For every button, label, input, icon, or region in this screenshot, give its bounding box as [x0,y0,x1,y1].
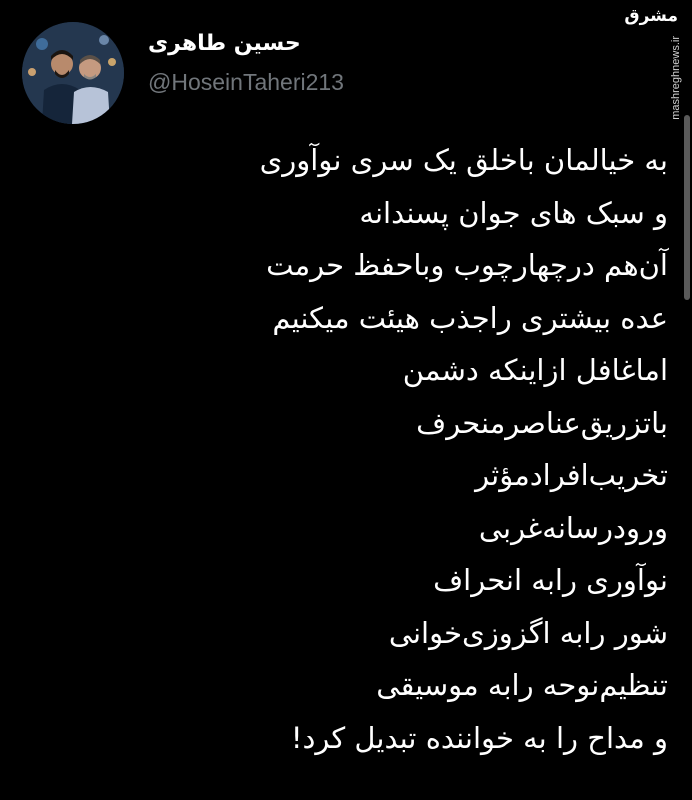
avatar[interactable] [22,22,124,124]
display-name[interactable]: حسین طاهری [148,30,344,58]
tweet-line: شور رابه اگزوزی‌خوانی [388,615,668,650]
tweet-line: ورودرسانه‌غربی [478,510,668,545]
tweet-line: نوآوری رابه انحراف [433,563,668,597]
watermark-site: mashreghnews.ir [670,36,682,120]
tweet-text: به خیالمان باخلق یک سری نوآوری و سبک های… [28,134,668,764]
tweet-line: آن‌هم درچهارچوب وباحفظ حرمت [266,248,668,282]
watermark-logo: مشرق [624,6,678,26]
tweet-line: به خیالمان باخلق یک سری نوآوری [259,143,668,177]
watermark: مشرق mashreghnews.ir [624,6,684,120]
tweet-line: اماغافل ازاینکه دشمن [402,353,668,387]
tweet-line: باتزریق‌عناصرمنحرف [416,405,668,440]
tweet-line: تنظیم‌نوحه رابه موسیقی [376,668,668,702]
user-info: حسین طاهری @HoseinTaheri213 [148,30,344,96]
tweet-line: و سبک های جوان پسندانه [359,195,668,230]
user-handle[interactable]: @HoseinTaheri213 [148,68,344,96]
profile-photo-icon [22,22,124,124]
tweet-line: تخریب‌افرادمؤثر [475,458,668,492]
tweet-line: عده بیشتری راجذب هیئت میکنیم [272,300,668,335]
scrollbar[interactable] [684,115,690,300]
tweet-line: و مداح را به خواننده تبدیل کرد! [290,720,668,755]
tweet-header: حسین طاهری @HoseinTaheri213 مشرق mashreg… [0,0,692,130]
